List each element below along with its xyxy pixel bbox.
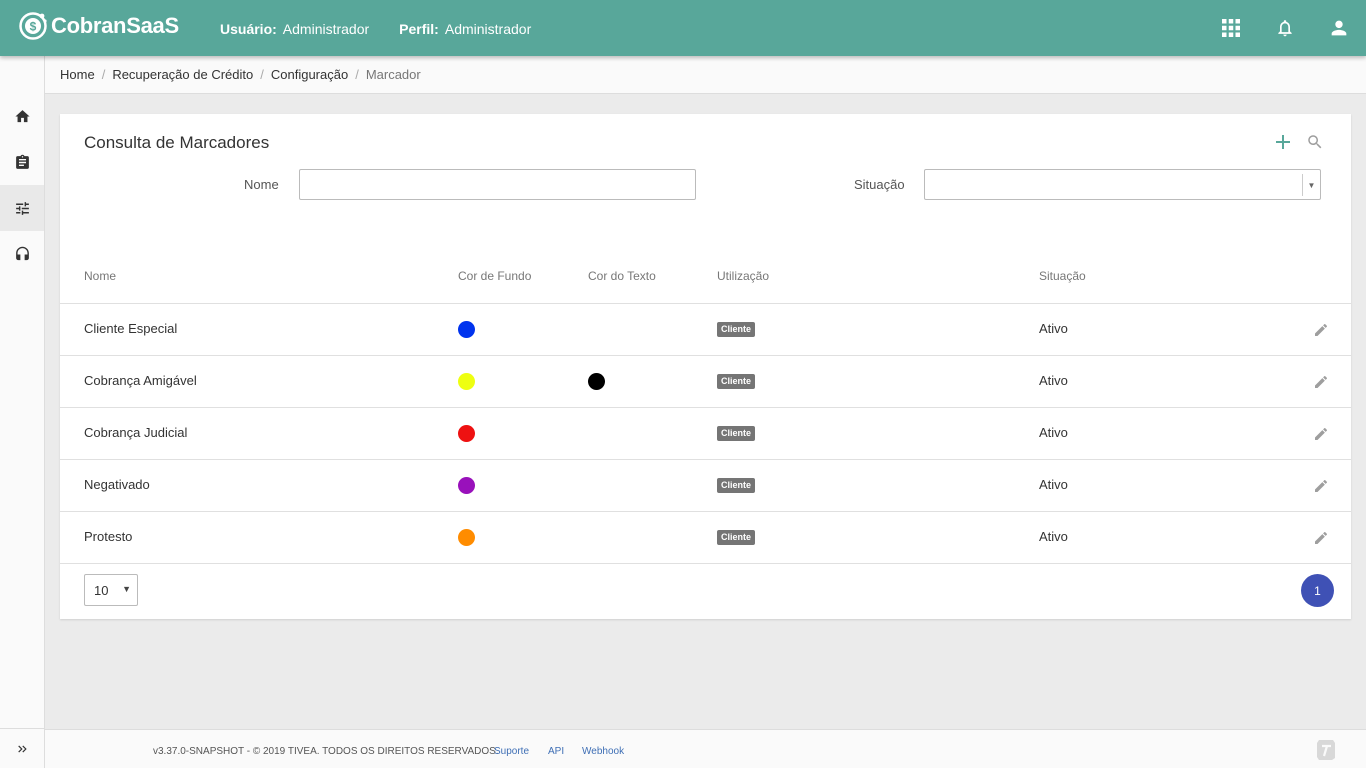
row-situacao: Ativo (1039, 425, 1068, 440)
account-icon (1331, 20, 1347, 36)
double-chevron-right-icon (18, 745, 27, 752)
row-situacao: Ativo (1039, 477, 1068, 492)
row-situacao: Ativo (1039, 321, 1068, 336)
breadcrumb-separator: / (355, 67, 359, 82)
footer-link-suporte[interactable]: Suporte (494, 746, 529, 757)
table-row[interactable]: Cobrança Amigável Cliente Ativo (60, 356, 1351, 408)
table-row[interactable]: Cobrança Judicial Cliente Ativo (60, 408, 1351, 460)
nome-label: Nome (244, 177, 279, 192)
row-nome: Protesto (84, 529, 133, 544)
logo-text: CobranSaaS (51, 13, 179, 38)
clipboard-icon (15, 154, 29, 169)
chevron-down-icon: ▼ (1302, 174, 1320, 196)
cor-fundo-swatch (458, 425, 475, 442)
row-situacao: Ativo (1039, 529, 1068, 544)
col-cor-texto[interactable]: Cor do Texto (588, 269, 656, 283)
page-size-value: 10 (94, 583, 109, 598)
row-nome: Cliente Especial (84, 321, 178, 336)
top-app-bar: $ CobranSaaS Usuário: Administrador Perfi… (0, 0, 1366, 56)
apps-button[interactable] (1204, 0, 1258, 56)
notifications-button[interactable] (1258, 0, 1312, 56)
breadcrumb: Home / Recuperação de Crédito / Configur… (45, 56, 1366, 94)
utilizacao-chip: Cliente (717, 322, 756, 337)
page-size-select[interactable]: 10 ▼ (84, 574, 138, 606)
table-header: Nome Cor de Fundo Cor do Texto Utilizaçã… (60, 254, 1351, 304)
breadcrumb-home[interactable]: Home (60, 67, 95, 82)
utilizacao-chip: Cliente (717, 374, 756, 389)
home-icon (14, 109, 30, 122)
edit-pencil-icon[interactable] (1313, 322, 1329, 338)
row-nome: Negativado (84, 477, 150, 492)
col-utilizacao[interactable]: Utilização (717, 269, 769, 283)
breadcrumb-separator: / (260, 67, 264, 82)
footer-link-webhook[interactable]: Webhook (582, 746, 624, 757)
user-value: Administrador (282, 21, 370, 37)
search-button[interactable] (1299, 130, 1331, 154)
cor-fundo-swatch (458, 529, 475, 546)
sliders-icon (15, 201, 29, 215)
user-info: Usuário: Administrador Perfil: Administrad… (220, 21, 561, 37)
svg-text:$: $ (30, 20, 37, 34)
user-label: Usuário: (220, 21, 277, 37)
row-nome: Cobrança Amigável (84, 373, 197, 388)
cor-fundo-swatch (458, 373, 475, 390)
breadcrumb-configuracao[interactable]: Configuração (271, 67, 348, 82)
bell-icon (1278, 20, 1292, 37)
headset-icon (15, 246, 29, 260)
footer-link-api[interactable]: API (548, 746, 564, 757)
account-button[interactable] (1312, 0, 1366, 56)
logo-icon: $ (19, 12, 47, 40)
cor-fundo-swatch (458, 477, 475, 494)
logo[interactable]: $ CobranSaaS (18, 11, 179, 41)
col-situacao[interactable]: Situação (1039, 269, 1086, 283)
row-situacao: Ativo (1039, 373, 1068, 388)
table-row[interactable]: Protesto Cliente Ativo (60, 512, 1351, 564)
sidebar-expand-button[interactable] (0, 728, 44, 768)
apps-grid-icon (1222, 19, 1240, 37)
sidebar-item-clipboard[interactable] (0, 139, 44, 185)
edit-pencil-icon[interactable] (1313, 374, 1329, 390)
page-button[interactable]: 1 (1301, 574, 1334, 607)
chevron-down-icon: ▼ (122, 584, 131, 594)
sidebar-item-home[interactable] (0, 93, 44, 139)
tivea-logo-icon (1317, 740, 1335, 760)
sidebar-item-configuracao[interactable] (0, 185, 44, 231)
profile-value: Administrador (444, 21, 532, 37)
table-row[interactable]: Negativado Cliente Ativo (60, 460, 1351, 512)
utilizacao-chip: Cliente (717, 426, 756, 441)
situacao-select[interactable]: ▼ (924, 169, 1321, 200)
edit-pencil-icon[interactable] (1313, 530, 1329, 546)
sidebar-item-suporte[interactable] (0, 231, 44, 277)
utilizacao-chip: Cliente (717, 478, 756, 493)
search-icon (1308, 135, 1322, 149)
sidebar (0, 56, 45, 768)
marcadores-card: Consulta de Marcadores Nome Situação ▼ N… (60, 114, 1351, 619)
plus-icon (1276, 135, 1290, 149)
breadcrumb-current: Marcador (365, 67, 421, 82)
footer: v3.37.0-SNAPSHOT - © 2019 TIVEA. TODOS O… (45, 729, 1366, 768)
page-title: Consulta de Marcadores (84, 133, 270, 152)
add-button[interactable] (1267, 130, 1299, 154)
col-cor-fundo[interactable]: Cor de Fundo (458, 269, 531, 283)
copyright-text: v3.37.0-SNAPSHOT - © 2019 TIVEA. TODOS O… (153, 746, 499, 757)
breadcrumb-recuperacao[interactable]: Recuperação de Crédito (112, 67, 253, 82)
col-nome[interactable]: Nome (84, 269, 116, 283)
cor-texto-swatch (588, 373, 605, 390)
profile-label: Perfil: (399, 21, 439, 37)
table-row[interactable]: Cliente Especial Cliente Ativo (60, 304, 1351, 356)
cor-fundo-swatch (458, 321, 475, 338)
edit-pencil-icon[interactable] (1313, 478, 1329, 494)
breadcrumb-separator: / (101, 67, 106, 82)
utilizacao-chip: Cliente (717, 530, 756, 545)
situacao-label: Situação (854, 177, 905, 192)
nome-input[interactable] (299, 169, 696, 200)
edit-pencil-icon[interactable] (1313, 426, 1329, 442)
row-nome: Cobrança Judicial (84, 425, 188, 440)
